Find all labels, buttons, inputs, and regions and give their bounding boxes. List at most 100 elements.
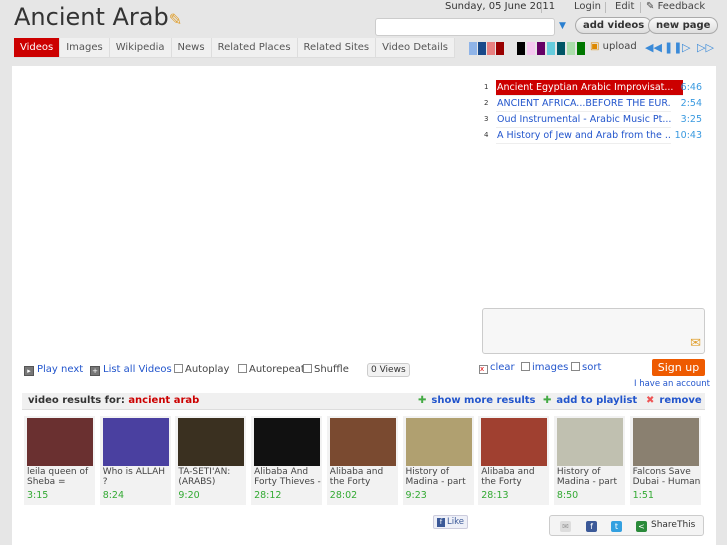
color-swatch[interactable] bbox=[469, 42, 477, 55]
sort-link[interactable]: sort bbox=[571, 362, 601, 373]
account-link[interactable]: I have an account bbox=[634, 379, 710, 389]
video-title[interactable]: Falcons Save Dubai - Human bbox=[633, 467, 701, 489]
video-thumbnail[interactable] bbox=[102, 418, 169, 466]
color-swatch[interactable] bbox=[557, 42, 565, 55]
playlist-item[interactable]: 1 Ancient Egyptian Arabic Improvisat... 6:… bbox=[484, 80, 704, 96]
playlist-item[interactable]: 4 A History of Jew and Arab from the ... 1… bbox=[484, 128, 704, 144]
video-thumbnail[interactable] bbox=[405, 418, 472, 466]
play-next-icon: ▸ bbox=[24, 366, 34, 376]
color-swatch[interactable] bbox=[577, 42, 585, 55]
checkbox[interactable] bbox=[303, 364, 312, 373]
color-swatch[interactable] bbox=[487, 42, 495, 55]
video-title[interactable]: leila queen of Sheba = bbox=[27, 467, 95, 489]
video-thumbnail[interactable] bbox=[481, 418, 548, 466]
video-result-card[interactable]: Falcons Save Dubai - Human 1:51 bbox=[629, 416, 701, 505]
play-icon[interactable]: ▷ bbox=[682, 41, 690, 54]
remove-button[interactable]: ✖ remove bbox=[646, 393, 702, 409]
video-thumbnail[interactable] bbox=[556, 418, 623, 466]
playlist-title[interactable]: Ancient Egyptian Arabic Improvisat... bbox=[496, 80, 683, 96]
video-result-card[interactable]: History of Madina - part 9:23 bbox=[402, 416, 474, 505]
autorepeat-checkbox[interactable]: Autorepeat bbox=[238, 364, 305, 375]
sharethis-icon[interactable]: < bbox=[636, 521, 647, 532]
facebook-like-button[interactable]: f Like bbox=[433, 515, 468, 529]
video-title[interactable]: History of Madina - part bbox=[557, 467, 625, 489]
shuffle-checkbox[interactable]: Shuffle bbox=[303, 364, 349, 375]
video-title[interactable]: Who is ALLAH ? bbox=[103, 467, 171, 489]
tab-bar: Videos Images Wikipedia News Related Pla… bbox=[14, 38, 455, 58]
checkbox[interactable] bbox=[174, 364, 183, 373]
show-more-button[interactable]: ✚ show more results bbox=[418, 393, 535, 409]
tab-related-places[interactable]: Related Places bbox=[212, 38, 298, 57]
color-swatch[interactable] bbox=[567, 42, 575, 55]
video-thumbnail[interactable] bbox=[254, 418, 321, 466]
upload-button[interactable]: ▣ upload bbox=[590, 41, 637, 52]
playlist-duration: 6:46 bbox=[680, 82, 702, 93]
color-swatch[interactable] bbox=[496, 42, 504, 55]
tab-videos[interactable]: Videos bbox=[14, 38, 61, 57]
chat-icon: ✉ bbox=[690, 336, 701, 351]
list-all-link[interactable]: + List all Videos bbox=[90, 364, 172, 376]
tab-related-sites[interactable]: Related Sites bbox=[298, 38, 377, 57]
comment-input[interactable]: ✉ bbox=[482, 308, 705, 354]
search-input[interactable] bbox=[375, 18, 555, 36]
video-result-card[interactable]: History of Madina - part 8:50 bbox=[553, 416, 625, 505]
video-title[interactable]: Alibaba and the Forty bbox=[330, 467, 398, 489]
playlist-number: 1 bbox=[484, 83, 489, 91]
color-swatch[interactable] bbox=[527, 42, 535, 55]
tab-images[interactable]: Images bbox=[60, 38, 110, 57]
rewind-icon[interactable]: ◀◀ bbox=[645, 41, 662, 54]
fast-forward-icon[interactable]: ▷▷ bbox=[697, 41, 714, 54]
video-result-card[interactable]: TA-SETI'AN: (ARABS) 9:20 bbox=[175, 416, 247, 505]
playlist-title[interactable]: A History of Jew and Arab from the ... bbox=[496, 128, 671, 144]
color-swatch[interactable] bbox=[547, 42, 555, 55]
tab-wikipedia[interactable]: Wikipedia bbox=[110, 38, 172, 57]
video-result-card[interactable]: Who is ALLAH ? 8:24 bbox=[99, 416, 171, 505]
video-thumbnail[interactable] bbox=[178, 418, 245, 466]
tab-news[interactable]: News bbox=[172, 38, 212, 57]
play-next-link[interactable]: ▸ Play next bbox=[24, 364, 83, 376]
clear-link[interactable]: x clear bbox=[479, 362, 515, 374]
color-swatch[interactable] bbox=[537, 42, 545, 55]
video-result-card[interactable]: Alibaba and the Forty 28:02 bbox=[326, 416, 398, 505]
video-thumbnail[interactable] bbox=[27, 418, 93, 466]
color-swatch[interactable] bbox=[478, 42, 486, 55]
chevron-down-icon[interactable]: ▼ bbox=[559, 21, 566, 31]
video-result-card[interactable]: Alibaba And Forty Thieves -28:12 bbox=[251, 416, 323, 505]
video-title[interactable]: History of Madina - part bbox=[406, 467, 474, 489]
tab-video-details[interactable]: Video Details bbox=[376, 38, 455, 57]
facebook-icon[interactable]: f bbox=[586, 521, 597, 532]
video-title[interactable]: TA-SETI'AN: (ARABS) bbox=[178, 467, 246, 489]
video-player[interactable] bbox=[20, 75, 470, 355]
playlist-item[interactable]: 2 ANCIENT AFRICA...BEFORE THE EUR... 2:54 bbox=[484, 96, 704, 112]
feedback-link[interactable]: ✎ Feedback bbox=[646, 1, 705, 12]
video-result-card[interactable]: leila queen of Sheba = 3:15 bbox=[24, 416, 95, 505]
video-thumbnail[interactable] bbox=[329, 418, 396, 466]
signup-button[interactable]: Sign up bbox=[652, 359, 705, 376]
shuffle-label: Shuffle bbox=[314, 364, 349, 375]
twitter-icon[interactable]: t bbox=[611, 521, 622, 532]
video-thumbnail[interactable] bbox=[632, 418, 699, 466]
add-videos-button[interactable]: add videos bbox=[575, 17, 653, 34]
checkbox[interactable] bbox=[238, 364, 247, 373]
sharethis-label[interactable]: ShareThis bbox=[651, 520, 695, 530]
email-icon[interactable]: ✉ bbox=[560, 521, 571, 532]
new-page-button[interactable]: new page bbox=[648, 17, 719, 34]
video-result-card[interactable]: Alibaba and the Forty 28:13 bbox=[478, 416, 550, 505]
video-title[interactable]: Alibaba and the Forty bbox=[481, 467, 549, 489]
edit-link[interactable]: Edit bbox=[615, 1, 634, 12]
autoplay-checkbox[interactable]: Autoplay bbox=[174, 364, 229, 375]
divider bbox=[640, 2, 641, 13]
login-link[interactable]: Login bbox=[574, 1, 601, 12]
playlist-item[interactable]: 3 Oud Instrumental - Arabic Music Pt... 3:… bbox=[484, 112, 704, 128]
playlist-title[interactable]: ANCIENT AFRICA...BEFORE THE EUR... bbox=[496, 96, 671, 112]
add-to-playlist-button[interactable]: ✚ add to playlist bbox=[543, 393, 637, 409]
playlist-duration: 3:25 bbox=[680, 114, 702, 125]
images-link[interactable]: images bbox=[521, 362, 568, 373]
pause-icon[interactable]: ❚❚ bbox=[664, 41, 682, 54]
playlist-duration: 10:43 bbox=[674, 130, 702, 141]
color-swatch[interactable] bbox=[517, 42, 525, 55]
video-duration: 28:02 bbox=[329, 490, 358, 501]
video-title[interactable]: Alibaba And Forty Thieves - bbox=[254, 467, 322, 489]
playlist-title[interactable]: Oud Instrumental - Arabic Music Pt... bbox=[496, 112, 671, 128]
pencil-icon[interactable]: ✎ bbox=[169, 10, 182, 29]
